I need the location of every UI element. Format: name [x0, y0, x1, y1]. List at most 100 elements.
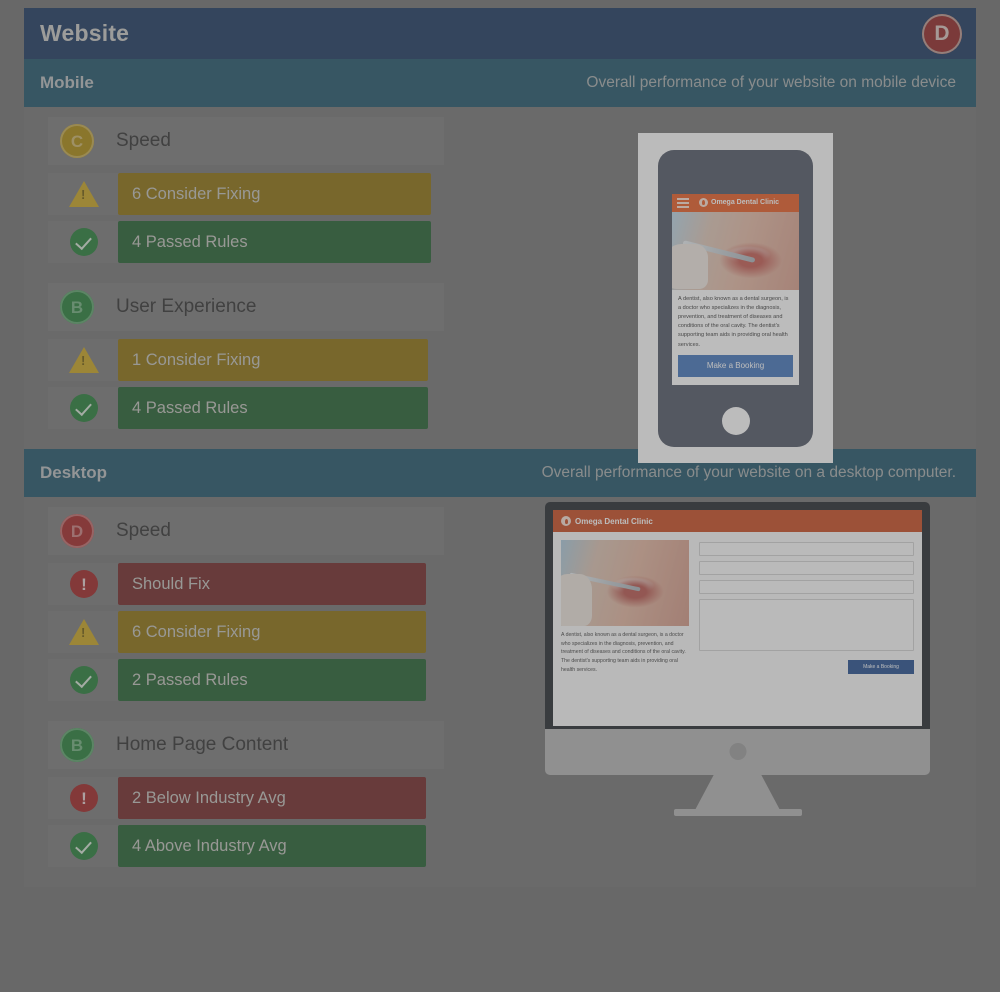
metric-bar-label: 6 Consider Fixing — [132, 622, 261, 641]
form-input-field[interactable] — [699, 542, 914, 556]
section-description-mobile: Overall performance of your website on m… — [586, 74, 956, 91]
metric-bar-below-industry-avg[interactable]: 2 Below Industry Avg — [118, 777, 426, 819]
metric-bar-passed-rules[interactable]: 4 Passed Rules — [118, 221, 431, 263]
hamburger-menu-icon[interactable] — [677, 197, 689, 208]
metric-bar-should-fix[interactable]: Should Fix — [118, 563, 426, 605]
metric-row[interactable]: 4 Passed Rules — [24, 221, 444, 263]
tooth-logo-icon — [561, 516, 571, 526]
metric-bar-consider-fixing[interactable]: 1 Consider Fixing — [118, 339, 428, 381]
site-brand-name: Omega Dental Clinic — [711, 199, 780, 206]
metric-title: User Experience — [116, 296, 257, 317]
mobile-preview-frame: Omega Dental Clinic A dentist, also know… — [638, 133, 833, 463]
metric-bar-label: 2 Below Industry Avg — [132, 788, 286, 807]
mobile-preview-column: Omega Dental Clinic A dentist, also know… — [444, 107, 976, 463]
report-page: Website D Mobile Overall performance of … — [0, 0, 1000, 992]
metric-row[interactable]: 6 Consider Fixing — [24, 173, 444, 215]
desktop-preview-frame: Omega Dental Clinic A dentist, also know… — [545, 497, 930, 822]
row-icon-cell — [48, 611, 120, 653]
desktop-booking-form: Make a Booking — [699, 540, 914, 675]
check-icon — [70, 832, 98, 860]
metric-bar-label: 4 Passed Rules — [132, 232, 248, 251]
metric-header-desktop-speed[interactable]: D Speed — [48, 507, 444, 555]
warning-icon — [69, 181, 99, 207]
metric-row[interactable]: 2 Passed Rules — [24, 659, 444, 701]
metric-bar-above-industry-avg[interactable]: 4 Above Industry Avg — [118, 825, 426, 867]
error-icon — [70, 784, 98, 812]
metric-bar-label: 4 Passed Rules — [132, 398, 248, 417]
form-input-field[interactable] — [699, 580, 914, 594]
phone-site-header: Omega Dental Clinic — [672, 193, 799, 212]
metric-title: Speed — [116, 520, 171, 541]
metric-bar-label: 4 Above Industry Avg — [132, 836, 287, 855]
website-report-card: Website D Mobile Overall performance of … — [24, 8, 976, 887]
desktop-booking-button-label: Make a Booking — [863, 664, 899, 670]
row-icon-cell — [48, 563, 120, 605]
grade-circle-desktop-speed: D — [60, 514, 94, 548]
section-body-mobile: C Speed 6 Consider Fixing — [24, 107, 976, 463]
metric-group-home-page-content: B Home Page Content 2 Below Industry Avg — [24, 721, 444, 867]
metric-bar-passed-rules[interactable]: 2 Passed Rules — [118, 659, 426, 701]
metric-bar-consider-fixing[interactable]: 6 Consider Fixing — [118, 611, 426, 653]
monitor-device: Omega Dental Clinic A dentist, also know… — [545, 502, 930, 734]
metric-header-mobile-user-experience[interactable]: B User Experience — [48, 283, 444, 331]
metric-title: Speed — [116, 130, 171, 151]
report-titlebar: Website D — [24, 8, 976, 59]
mobile-metrics-column: C Speed 6 Consider Fixing — [24, 107, 444, 449]
metric-bar-label: 6 Consider Fixing — [132, 184, 261, 203]
grade-letter: B — [70, 297, 84, 317]
grade-circle-mobile-user-experience: B — [60, 290, 94, 324]
grade-circle-mobile-speed: C — [60, 124, 94, 158]
error-icon — [70, 570, 98, 598]
check-icon — [70, 228, 98, 256]
phone-screen: Omega Dental Clinic A dentist, also know… — [672, 193, 799, 385]
phone-hero-image — [672, 211, 799, 290]
metric-bar-label: Should Fix — [132, 574, 210, 593]
metric-row[interactable]: 1 Consider Fixing — [24, 339, 444, 381]
metric-row[interactable]: 6 Consider Fixing — [24, 611, 444, 653]
section-title-mobile: Mobile — [40, 73, 94, 92]
section-title-desktop: Desktop — [40, 463, 108, 482]
check-icon — [70, 394, 98, 422]
phone-body-text: A dentist, also known as a dental surgeo… — [678, 295, 789, 348]
check-icon — [70, 666, 98, 694]
grade-letter: C — [70, 131, 84, 151]
row-icon-cell — [48, 221, 120, 263]
desktop-booking-button[interactable]: Make a Booking — [848, 660, 914, 674]
row-icon-cell — [48, 777, 120, 819]
desktop-site-header: Omega Dental Clinic — [553, 510, 922, 532]
grade-letter: D — [70, 521, 84, 541]
metric-group-desktop-speed: D Speed Should Fix — [24, 507, 444, 701]
tooth-logo-icon — [699, 198, 708, 207]
row-icon-cell — [48, 173, 120, 215]
desktop-body-text: A dentist, also known as a dental surgeo… — [561, 632, 686, 673]
form-message-textarea[interactable] — [699, 599, 914, 651]
metric-row[interactable]: Should Fix — [24, 563, 444, 605]
monitor-screen: Omega Dental Clinic A dentist, also know… — [553, 510, 922, 726]
metric-bar-consider-fixing[interactable]: 6 Consider Fixing — [118, 173, 431, 215]
section-header-mobile: Mobile Overall performance of your websi… — [24, 59, 976, 107]
phone-booking-button[interactable]: Make a Booking — [678, 354, 793, 377]
warning-icon — [69, 619, 99, 645]
grade-circle-home-page-content: B — [60, 728, 94, 762]
warning-icon — [69, 347, 99, 373]
metric-bar-passed-rules[interactable]: 4 Passed Rules — [118, 387, 428, 429]
form-input-field[interactable] — [699, 561, 914, 575]
monitor-stand-neck — [694, 769, 781, 811]
row-icon-cell — [48, 659, 120, 701]
metric-group-mobile-speed: C Speed 6 Consider Fixing — [24, 117, 444, 263]
section-header-desktop: Desktop Overall performance of your webs… — [24, 449, 976, 497]
site-brand: Omega Dental Clinic — [699, 198, 779, 207]
monitor-power-dot — [729, 743, 746, 760]
phone-booking-button-label: Make a Booking — [706, 361, 765, 371]
metric-header-mobile-speed[interactable]: C Speed — [48, 117, 444, 165]
phone-home-button[interactable] — [721, 406, 750, 435]
desktop-metrics-column: D Speed Should Fix — [24, 497, 444, 887]
metric-row[interactable]: 4 Above Industry Avg — [24, 825, 444, 867]
metric-header-home-page-content[interactable]: B Home Page Content — [48, 721, 444, 769]
metric-row[interactable]: 4 Passed Rules — [24, 387, 444, 429]
metric-row[interactable]: 2 Below Industry Avg — [24, 777, 444, 819]
desktop-preview-column: Omega Dental Clinic A dentist, also know… — [444, 497, 976, 887]
site-brand-name: Omega Dental Clinic — [575, 516, 653, 526]
phone-device: Omega Dental Clinic A dentist, also know… — [658, 149, 813, 447]
monitor-stand-foot — [673, 809, 802, 816]
